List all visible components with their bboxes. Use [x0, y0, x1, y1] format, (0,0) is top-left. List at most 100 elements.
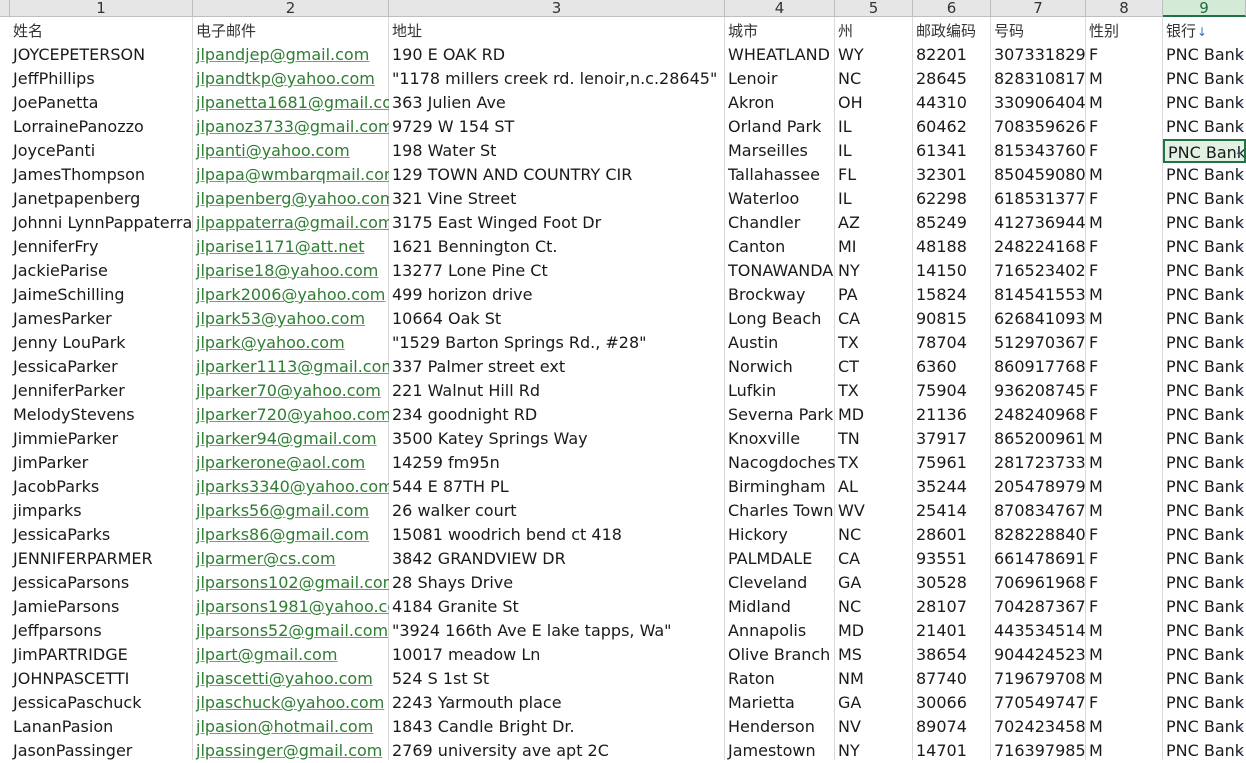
email-link[interactable]: jlparks86@gmail.com	[196, 525, 369, 544]
name-cell[interactable]: JessicaParker	[10, 355, 193, 379]
dropdown-arrow-icon[interactable]: ⌄	[1237, 74, 1245, 84]
dropdown-arrow-icon[interactable]: ⌄	[1237, 410, 1245, 420]
zip-cell[interactable]: 37917	[913, 427, 991, 451]
name-cell[interactable]: JenniferFry	[10, 235, 193, 259]
bank-cell[interactable]: PNC Bank ⌄	[1163, 547, 1246, 571]
bank-cell[interactable]: PNC Bank ⌄	[1163, 355, 1246, 379]
address-cell[interactable]: 190 E OAK RD	[389, 43, 725, 67]
name-cell[interactable]: jimparks	[10, 499, 193, 523]
city-cell[interactable]: Brockway	[725, 283, 835, 307]
address-cell[interactable]: 499 horizon drive	[389, 283, 725, 307]
dropdown-arrow-icon[interactable]: ⌄	[1235, 148, 1243, 158]
header-cell-email[interactable]: 电子邮件	[193, 19, 389, 43]
phone-cell[interactable]: 2482241687	[991, 235, 1086, 259]
bank-cell[interactable]: PNC Bank ⌄	[1163, 475, 1246, 499]
zip-cell[interactable]: 75904	[913, 379, 991, 403]
zip-cell[interactable]: 75961	[913, 451, 991, 475]
phone-cell[interactable]: 8504590800	[991, 163, 1086, 187]
dropdown-arrow-icon[interactable]: ⌄	[1237, 602, 1245, 612]
gender-cell[interactable]: F	[1086, 523, 1163, 547]
email-cell[interactable]: jlparkerone@aol.com	[193, 451, 389, 475]
gender-cell[interactable]: F	[1086, 547, 1163, 571]
dropdown-arrow-icon[interactable]: ⌄	[1237, 458, 1245, 468]
dropdown-arrow-icon[interactable]: ⌄	[1237, 506, 1245, 516]
state-cell[interactable]: NM	[835, 667, 913, 691]
header-cell-city[interactable]: 城市	[725, 19, 835, 43]
address-cell[interactable]: 13277 Lone Pine Ct	[389, 259, 725, 283]
phone-cell[interactable]: 7069619683	[991, 571, 1086, 595]
gender-cell[interactable]: M	[1086, 283, 1163, 307]
email-link[interactable]: jlpark53@yahoo.com	[196, 309, 365, 328]
city-cell[interactable]: Raton	[725, 667, 835, 691]
state-cell[interactable]: CA	[835, 547, 913, 571]
state-cell[interactable]: GA	[835, 571, 913, 595]
email-cell[interactable]: jlparise18@yahoo.com	[193, 259, 389, 283]
name-cell[interactable]: JenniferParker	[10, 379, 193, 403]
bank-cell[interactable]: PNC Bank ⌄	[1163, 115, 1246, 139]
bank-cell[interactable]: PNC Bank ⌄	[1163, 283, 1246, 307]
phone-cell[interactable]: 8708347679	[991, 499, 1086, 523]
name-cell[interactable]: JackieParise	[10, 259, 193, 283]
email-cell[interactable]: jlpark@yahoo.com	[193, 331, 389, 355]
gender-cell[interactable]: F	[1086, 115, 1163, 139]
bank-cell[interactable]: PNC Bank ⌄	[1163, 43, 1246, 67]
name-cell[interactable]: JessicaParsons	[10, 571, 193, 595]
header-cell-address[interactable]: 地址	[389, 19, 725, 43]
bank-cell[interactable]: PNC Bank ⌄	[1163, 67, 1246, 91]
bank-cell[interactable]: PNC Bank ⌄	[1163, 403, 1246, 427]
name-cell[interactable]: Johnni LynnPappaterra	[10, 211, 193, 235]
email-cell[interactable]: jlparker70@yahoo.com	[193, 379, 389, 403]
gender-cell[interactable]: M	[1086, 619, 1163, 643]
city-cell[interactable]: Birmingham	[725, 475, 835, 499]
dropdown-arrow-icon[interactable]: ⌄	[1237, 746, 1245, 756]
state-cell[interactable]: IL	[835, 139, 913, 163]
phone-cell[interactable]: 8282288407	[991, 523, 1086, 547]
state-cell[interactable]: MI	[835, 235, 913, 259]
zip-cell[interactable]: 32301	[913, 163, 991, 187]
name-cell[interactable]: LananPasion	[10, 715, 193, 739]
email-cell[interactable]: jlparmer@cs.com	[193, 547, 389, 571]
dropdown-arrow-icon[interactable]: ⌄	[1237, 722, 1245, 732]
city-cell[interactable]: Nacogdoches	[725, 451, 835, 475]
address-cell[interactable]: "3924 166th Ave E lake tapps, Wa"	[389, 619, 725, 643]
dropdown-arrow-icon[interactable]: ⌄	[1237, 482, 1245, 492]
zip-cell[interactable]: 21136	[913, 403, 991, 427]
address-cell[interactable]: 321 Vine Street	[389, 187, 725, 211]
phone-cell[interactable]: 6268410936	[991, 307, 1086, 331]
bank-cell[interactable]: PNC Bank ⌄	[1163, 379, 1246, 403]
email-link[interactable]: jlpapa@wmbarqmail.com	[196, 165, 389, 184]
state-cell[interactable]: CA	[835, 307, 913, 331]
email-cell[interactable]: jlpapa@wmbarqmail.com	[193, 163, 389, 187]
email-cell[interactable]: jlpappaterra@gmail.com	[193, 211, 389, 235]
zip-cell[interactable]: 93551	[913, 547, 991, 571]
zip-cell[interactable]: 35244	[913, 475, 991, 499]
phone-cell[interactable]: 9044245232	[991, 643, 1086, 667]
name-cell[interactable]: JeffPhillips	[10, 67, 193, 91]
dropdown-arrow-icon[interactable]: ⌄	[1237, 122, 1245, 132]
address-cell[interactable]: 3175 East Winged Foot Dr	[389, 211, 725, 235]
name-cell[interactable]: MelodyStevens	[10, 403, 193, 427]
name-cell[interactable]: JamesThompson	[10, 163, 193, 187]
state-cell[interactable]: TX	[835, 331, 913, 355]
zip-cell[interactable]: 14701	[913, 739, 991, 763]
city-cell[interactable]: Midland	[725, 595, 835, 619]
column-header-1[interactable]: 1	[10, 0, 193, 17]
dropdown-arrow-icon[interactable]: ⌄	[1237, 170, 1245, 180]
address-cell[interactable]: 14259 fm95n	[389, 451, 725, 475]
gender-cell[interactable]: F	[1086, 187, 1163, 211]
state-cell[interactable]: NV	[835, 715, 913, 739]
gender-cell[interactable]: M	[1086, 211, 1163, 235]
name-cell[interactable]: JimPARTRIDGE	[10, 643, 193, 667]
phone-cell[interactable]: 6614786917	[991, 547, 1086, 571]
phone-cell[interactable]: 7163979853	[991, 739, 1086, 763]
bank-cell[interactable]: PNC Bank ⌄	[1163, 211, 1246, 235]
address-cell[interactable]: 10664 Oak St	[389, 307, 725, 331]
address-cell[interactable]: 198 Water St	[389, 139, 725, 163]
phone-cell[interactable]: 2817237331	[991, 451, 1086, 475]
phone-cell[interactable]: 8652009612	[991, 427, 1086, 451]
state-cell[interactable]: AZ	[835, 211, 913, 235]
zip-cell[interactable]: 61341	[913, 139, 991, 163]
email-cell[interactable]: jlpart@gmail.com	[193, 643, 389, 667]
address-cell[interactable]: 10017 meadow Ln	[389, 643, 725, 667]
email-link[interactable]: jlparks56@gmail.com	[196, 501, 369, 520]
